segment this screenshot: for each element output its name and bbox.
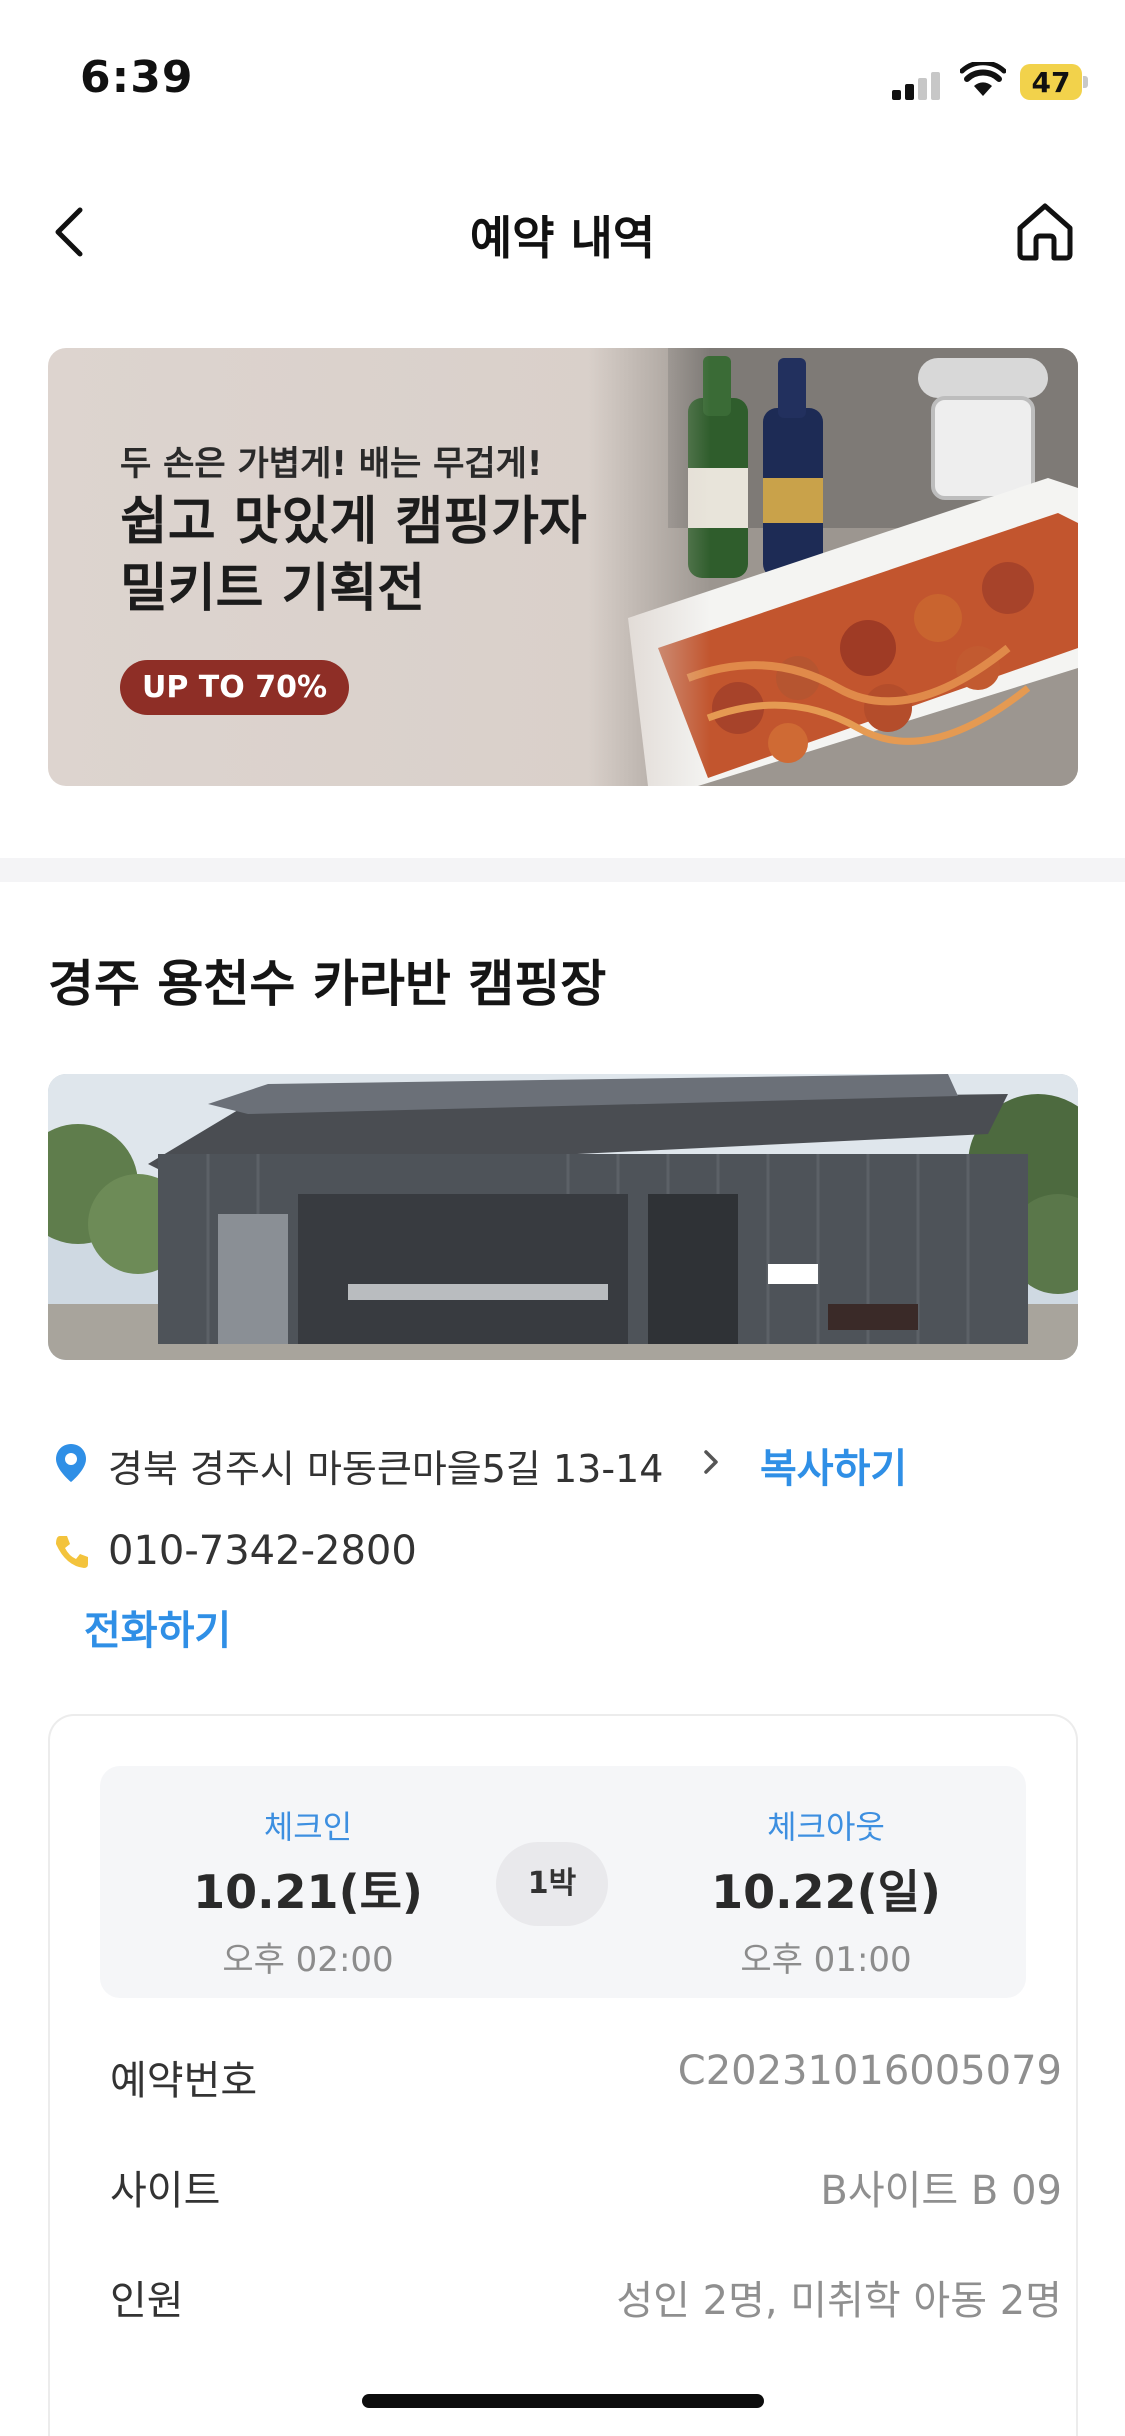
reservation-card: 체크인 10.21(토) 오후 02:00 1박 체크아웃 10.22(일) 오… — [48, 1714, 1078, 2436]
cellular-signal-icon — [892, 70, 944, 100]
site-label: 사이트 — [110, 2168, 221, 2214]
banner-subtitle: 두 손은 가볍게! 배는 무겁게! — [120, 444, 543, 484]
home-button[interactable] — [1010, 196, 1080, 266]
page-title: 예약 내역 — [469, 211, 656, 265]
checkout-info: 체크아웃 10.22(일) 오후 01:00 — [666, 1802, 986, 1981]
section-divider — [0, 858, 1125, 882]
reservation-number-value: C20231016005079 — [677, 2048, 1062, 2094]
checkin-time: 오후 02:00 — [222, 1940, 394, 1980]
reservation-number-row: 예약번호 C20231016005079 — [110, 2042, 1062, 2104]
checkin-info: 체크인 10.21(토) 오후 02:00 — [148, 1802, 468, 1981]
checkin-label: 체크인 — [263, 1808, 353, 1846]
discount-badge: UP TO 70% — [120, 660, 350, 715]
checkout-time: 오후 01:00 — [740, 1940, 912, 1980]
copy-address-button[interactable]: 복사하기 — [760, 1436, 907, 1494]
battery-level: 47 — [1031, 66, 1071, 99]
nights-badge: 1박 — [496, 1842, 608, 1926]
checkout-date: 10.22(일) — [711, 1865, 941, 1919]
address-row: 경북 경주시 마동큰마을5길 13-14 복사하기 — [48, 1432, 1078, 1492]
location-pin-icon — [56, 1444, 86, 1482]
chevron-right-icon[interactable] — [700, 1446, 724, 1478]
banner-title-line2: 밀키트 기획전 — [120, 559, 426, 619]
campsite-phone: 010-7342-2800 — [108, 1528, 417, 1574]
guests-row: 인원 성인 2명, 미취학 아동 2명 — [110, 2262, 1062, 2324]
site-value: B사이트 B 09 — [820, 2168, 1062, 2214]
home-indicator[interactable] — [362, 2394, 764, 2408]
site-row: 사이트 B사이트 B 09 — [110, 2152, 1062, 2214]
stay-dates: 체크인 10.21(토) 오후 02:00 1박 체크아웃 10.22(일) 오… — [100, 1766, 1026, 1998]
home-icon — [1017, 203, 1073, 261]
campsite-address[interactable]: 경북 경주시 마동큰마을5길 13-14 — [108, 1438, 663, 1493]
guests-label: 인원 — [110, 2278, 184, 2324]
promo-banner[interactable]: 두 손은 가볍게! 배는 무겁게! 쉽고 맛있게 캠핑가자 밀키트 기획전 UP… — [48, 348, 1078, 786]
wifi-icon — [960, 62, 1006, 96]
banner-title-line1: 쉽고 맛있게 캠핑가자 — [120, 492, 587, 552]
battery-icon: 47 — [1020, 64, 1088, 100]
campsite-photo — [48, 1074, 1078, 1360]
call-button[interactable]: 전화하기 — [84, 1598, 231, 1656]
campsite-name: 경주 용천수 카라반 캠핑장 — [48, 955, 607, 1013]
banner-title: 쉽고 맛있게 캠핑가자 밀키트 기획전 — [120, 490, 680, 622]
status-bar: 6:39 47 — [0, 0, 1125, 150]
guests-value: 성인 2명, 미취학 아동 2명 — [616, 2278, 1062, 2324]
status-time: 6:39 — [80, 52, 194, 103]
reservation-number-label: 예약번호 — [110, 2058, 258, 2104]
nav-bar: 예약 내역 — [0, 180, 1125, 280]
phone-icon — [56, 1536, 88, 1568]
checkout-label: 체크아웃 — [767, 1808, 885, 1846]
checkin-date: 10.21(토) — [193, 1865, 423, 1919]
phone-row: 010-7342-2800 — [48, 1522, 748, 1582]
